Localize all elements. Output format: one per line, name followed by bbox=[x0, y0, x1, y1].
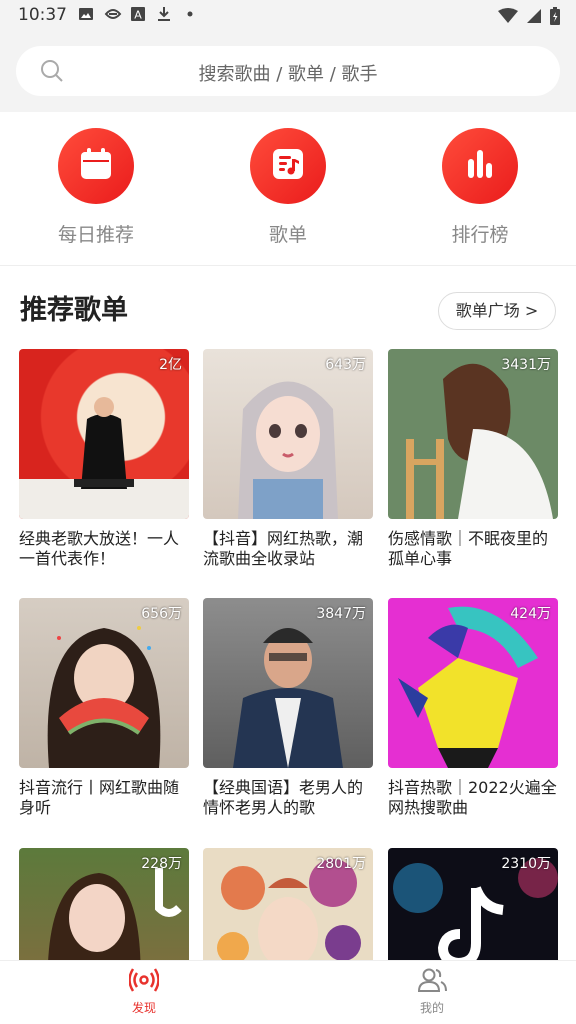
radio-broadcast-icon bbox=[128, 968, 160, 997]
playlist-card[interactable]: 656万 抖音流行丨网红歌曲随身听 bbox=[19, 598, 189, 818]
dot-icon bbox=[182, 6, 198, 22]
svg-text:A: A bbox=[134, 9, 142, 22]
play-count: 3431万 bbox=[501, 357, 551, 373]
playlist-title: 【经典国语】老男人的情怀老男人的歌 bbox=[203, 778, 364, 817]
playlist-card[interactable]: 3431万 伤感情歌｜不眠夜里的孤单心事 bbox=[388, 349, 558, 569]
download-icon bbox=[156, 6, 172, 22]
chart-bars-icon bbox=[462, 146, 498, 186]
play-count: 3847万 bbox=[316, 606, 366, 622]
playlist-title: 抖音热歌｜2022火遍全网热搜歌曲 bbox=[388, 778, 557, 817]
category-label: 每日推荐 bbox=[57, 224, 134, 246]
playlist-card[interactable]: 643万 【抖音】网红热歌，潮流歌曲全收录站 bbox=[203, 349, 373, 569]
playlist-cover: 3847万 bbox=[203, 598, 373, 768]
category-playlist[interactable]: 歌单 bbox=[228, 128, 348, 247]
play-count: 2310万 bbox=[501, 856, 551, 872]
nav-label: 我的 bbox=[419, 1001, 444, 1015]
category-ranking[interactable]: 排行榜 bbox=[420, 128, 540, 247]
search-input[interactable]: 搜索歌曲 / 歌单 / 歌手 bbox=[16, 46, 560, 96]
play-count: 2801万 bbox=[316, 856, 366, 872]
status-time: 10:37 bbox=[18, 5, 67, 25]
category-row: 每日推荐 歌单 排行榜 bbox=[0, 112, 576, 266]
app-notification-icon bbox=[104, 6, 122, 22]
playlist-title: 经典老歌大放送！一人一首代表作！ bbox=[19, 529, 180, 568]
notification-icons: A bbox=[78, 6, 198, 22]
category-label: 排行榜 bbox=[451, 224, 509, 246]
search-area: 搜索歌曲 / 歌单 / 歌手 bbox=[0, 32, 576, 112]
nav-label: 发现 bbox=[131, 1001, 156, 1015]
play-count: 643万 bbox=[325, 357, 366, 373]
playlist-cover: 656万 bbox=[19, 598, 189, 768]
category-label: 歌单 bbox=[268, 224, 307, 246]
playlist-card[interactable]: 2亿 经典老歌大放送！一人一首代表作！ bbox=[19, 349, 189, 569]
playlist-icon bbox=[270, 146, 306, 186]
play-count: 656万 bbox=[141, 606, 182, 622]
category-circle bbox=[442, 128, 518, 204]
image-notification-icon bbox=[78, 6, 94, 22]
playlist-title: 伤感情歌｜不眠夜里的孤单心事 bbox=[388, 529, 549, 568]
nav-discover[interactable]: 发现 bbox=[104, 967, 184, 1016]
playlist-title: 抖音流行丨网红歌曲随身听 bbox=[19, 778, 180, 817]
play-count: 2亿 bbox=[159, 357, 182, 373]
bottom-nav: 发现 我的 bbox=[0, 960, 576, 1024]
playlist-cover: 643万 bbox=[203, 349, 373, 519]
playlist-card[interactable]: 3847万 【经典国语】老男人的情怀老男人的歌 bbox=[203, 598, 373, 818]
status-bar: 10:37 A bbox=[0, 0, 576, 32]
users-icon bbox=[417, 968, 447, 997]
playlist-card[interactable]: 424万 抖音热歌｜2022火遍全网热搜歌曲 bbox=[388, 598, 558, 818]
wifi-icon bbox=[498, 8, 518, 28]
playlist-title: 【抖音】网红热歌，潮流歌曲全收录站 bbox=[203, 529, 364, 568]
category-circle bbox=[250, 128, 326, 204]
calendar-icon bbox=[78, 146, 114, 186]
battery-icon bbox=[550, 7, 560, 29]
letter-a-icon: A bbox=[130, 6, 146, 22]
play-count: 424万 bbox=[510, 606, 551, 622]
signal-icon bbox=[526, 8, 542, 28]
playlist-cover: 2亿 bbox=[19, 349, 189, 519]
playlist-cover: 3431万 bbox=[388, 349, 558, 519]
system-icons bbox=[498, 7, 560, 29]
search-placeholder: 搜索歌曲 / 歌单 / 歌手 bbox=[198, 64, 378, 85]
playlist-cover: 424万 bbox=[388, 598, 558, 768]
category-circle bbox=[58, 128, 134, 204]
playlist-plaza-button[interactable]: 歌单广场 > bbox=[438, 292, 556, 330]
section-title: 推荐歌单 bbox=[20, 295, 128, 326]
category-daily-recommend[interactable]: 每日推荐 bbox=[36, 128, 156, 247]
play-count: 228万 bbox=[141, 856, 182, 872]
nav-mine[interactable]: 我的 bbox=[392, 967, 472, 1016]
